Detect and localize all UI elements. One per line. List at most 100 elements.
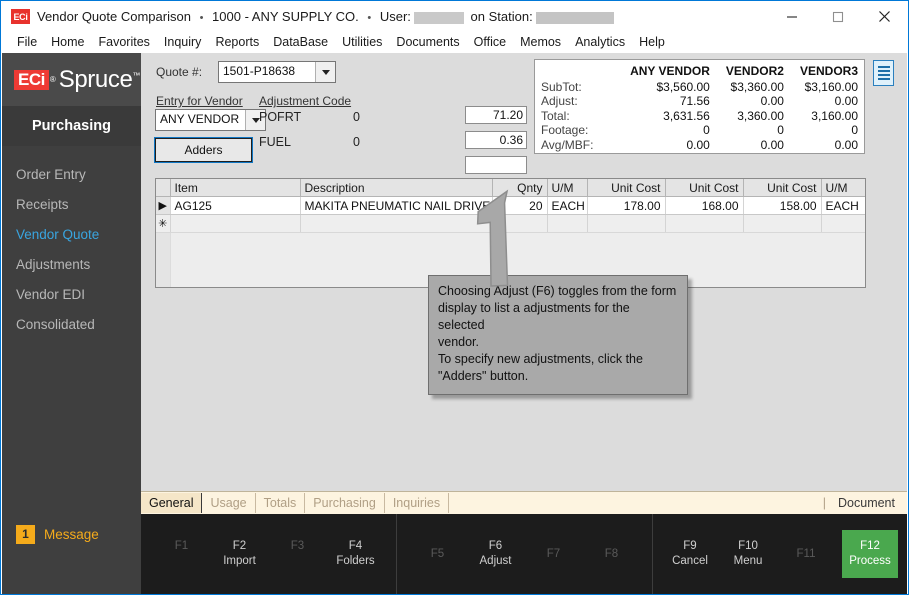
cell-um-1[interactable]: EACH (547, 196, 588, 215)
minimize-icon[interactable] (769, 2, 815, 31)
sidebar-item-receipts[interactable]: Receipts (2, 189, 141, 219)
cell-um-2[interactable]: EACH (821, 196, 865, 215)
menu-item-analytics[interactable]: Analytics (568, 33, 632, 51)
tab-usage[interactable]: Usage (202, 493, 256, 513)
fn-key-f4-folders[interactable]: F4 Folders (328, 514, 384, 594)
menu-item-office[interactable]: Office (467, 33, 513, 51)
menu-item-home[interactable]: Home (44, 33, 91, 51)
tab-divider: | (822, 496, 827, 510)
vendor-column-3: VENDOR3 (799, 64, 858, 78)
grid-col-description[interactable]: Description (300, 179, 493, 197)
new-cell-unit-cost-2[interactable] (665, 214, 744, 233)
fn-key-label: F2 (232, 540, 247, 552)
new-cell-um-2[interactable] (821, 214, 865, 233)
totals-row-footage: Footage: 0 0 0 (541, 123, 858, 137)
totals-row-subtot: SubTot: $3,560.00 $3,360.00 $3,160.00 (541, 80, 858, 94)
sidebar-item-adjustments[interactable]: Adjustments (2, 249, 141, 279)
sidebar-item-consolidated[interactable]: Consolidated (2, 309, 141, 339)
new-cell-um-1[interactable] (547, 214, 588, 233)
tab-purchasing[interactable]: Purchasing (305, 493, 385, 513)
menu-item-inquiry[interactable]: Inquiry (157, 33, 209, 51)
cell-unit-cost-2[interactable]: 168.00 (665, 196, 744, 215)
menu-item-file[interactable]: File (10, 33, 44, 51)
tab-totals[interactable]: Totals (256, 493, 306, 513)
cell-unit-cost-3[interactable]: 158.00 (743, 196, 822, 215)
fn-key-f5[interactable]: F5 (410, 514, 466, 594)
menu-item-favorites[interactable]: Favorites (92, 33, 157, 51)
menu-item-database[interactable]: DataBase (266, 33, 335, 51)
fn-key-f1[interactable]: F1Next (154, 514, 210, 594)
adders-button[interactable]: Adders (154, 137, 253, 163)
fn-key-f7[interactable]: F7 (526, 514, 582, 594)
menu-item-reports[interactable]: Reports (208, 33, 266, 51)
sidebar-item-vendor-quote[interactable]: Vendor Quote (2, 219, 141, 249)
adjustment-amount-pofrt-input[interactable]: 71.20 (465, 106, 527, 124)
entry-for-vendor-select[interactable]: ANY VENDOR (155, 109, 267, 131)
adjustment-amount-fuel-input[interactable]: 0.36 (465, 131, 527, 149)
message-indicator[interactable]: 1 Message (2, 519, 141, 549)
user-value-redacted (413, 11, 464, 24)
new-cell-description[interactable] (300, 214, 493, 233)
quote-number-select[interactable]: 1501-P18638 (218, 61, 336, 83)
fn-key-f12-process[interactable]: F12 Process (842, 530, 898, 578)
cell-unit-cost-1[interactable]: 178.00 (587, 196, 666, 215)
spruce-wordmark: Spruce (58, 65, 133, 93)
totals-label: Footage: (541, 123, 589, 138)
grid-col-unit-cost-2[interactable]: Unit Cost (665, 179, 744, 197)
new-cell-unit-cost-1[interactable] (587, 214, 666, 233)
tab-general[interactable]: General (141, 493, 203, 513)
adjustment-amount-empty-input[interactable] (465, 156, 527, 174)
totals-header-row: ANY VENDOR VENDOR2 VENDOR3 (541, 64, 858, 80)
menu-item-memos[interactable]: Memos (513, 33, 568, 51)
fn-key-label: F5 (430, 547, 445, 560)
fn-key-f3[interactable]: F3Style (270, 514, 326, 594)
new-cell-item[interactable] (170, 214, 301, 233)
menu-item-documents[interactable]: Documents (389, 33, 466, 51)
cell-description[interactable]: MAKITA PNEUMATIC NAIL DRIVER (300, 196, 493, 215)
new-cell-unit-cost-3[interactable] (743, 214, 822, 233)
table-row: ▶ AG125 MAKITA PNEUMATIC NAIL DRIVER 20 … (156, 196, 865, 215)
fn-key-f2-import[interactable]: F2 Import (212, 514, 268, 594)
grid-col-qnty[interactable]: Qnty (492, 179, 548, 197)
fn-key-f6-adjust[interactable]: F6 Adjust (468, 514, 524, 594)
grid-col-um-1[interactable]: U/M (547, 179, 588, 197)
cell-item[interactable]: AG125 (170, 196, 301, 215)
brand-logo: ECi ® Spruce ™ (2, 53, 141, 106)
grid-col-item[interactable]: Item (170, 179, 301, 197)
close-icon[interactable] (861, 2, 907, 31)
quote-number-value: 1501-P18638 (219, 62, 315, 82)
menu-item-help[interactable]: Help (632, 33, 672, 51)
chevron-down-icon[interactable] (315, 62, 335, 82)
tooltip-line-1: Choosing Adjust (F6) toggles from the fo… (438, 284, 677, 298)
vendor-combo-box[interactable]: ANY VENDOR (155, 109, 267, 131)
maximize-icon[interactable] (815, 2, 861, 31)
main-content: Quote #: 1501-P18638 Entry for Vendor Ad… (141, 53, 907, 491)
vendor-totals-table: ANY VENDOR VENDOR2 VENDOR3 SubTot: $3,56… (541, 64, 858, 152)
title-bar: ECi Vendor Quote Comparison • 1000 - ANY… (2, 2, 907, 31)
document-button[interactable]: Document (838, 496, 907, 510)
totals-label: Avg/MBF: (541, 137, 594, 152)
list-view-icon[interactable] (873, 60, 894, 86)
sidebar-item-order-entry[interactable]: Order Entry (2, 159, 141, 189)
fn-key-f9-cancel[interactable]: F9 Cancel (662, 514, 718, 594)
sidebar-item-vendor-edi[interactable]: Vendor EDI (2, 279, 141, 309)
totals-value: 71.56 (679, 94, 710, 109)
quote-items-grid[interactable]: Item Description Qnty U/M Unit Cost Unit… (155, 178, 866, 288)
grid-filler-marker (156, 232, 171, 287)
fn-key-f8[interactable]: F8 (584, 514, 640, 594)
row-selector-icon[interactable]: ▶ (156, 196, 171, 215)
new-row-icon[interactable]: ✳ (156, 214, 171, 233)
menu-item-utilities[interactable]: Utilities (335, 33, 389, 51)
new-cell-qnty[interactable] (492, 214, 548, 233)
fn-key-name: Folders (336, 555, 375, 567)
fn-key-f10-menu[interactable]: F10 Menu (720, 514, 776, 594)
grid-col-unit-cost-3[interactable]: Unit Cost (743, 179, 822, 197)
grid-col-um-2[interactable]: U/M (821, 179, 865, 197)
totals-value: 0.00 (760, 137, 784, 152)
cell-qnty[interactable]: 20 (492, 196, 548, 215)
quote-number-row: Quote #: 1501-P18638 (156, 61, 336, 83)
totals-value: 3,360.00 (737, 108, 784, 123)
grid-col-unit-cost-1[interactable]: Unit Cost (587, 179, 666, 197)
fn-key-f11[interactable]: F11 (778, 514, 834, 594)
tab-inquiries[interactable]: Inquiries (385, 493, 450, 513)
